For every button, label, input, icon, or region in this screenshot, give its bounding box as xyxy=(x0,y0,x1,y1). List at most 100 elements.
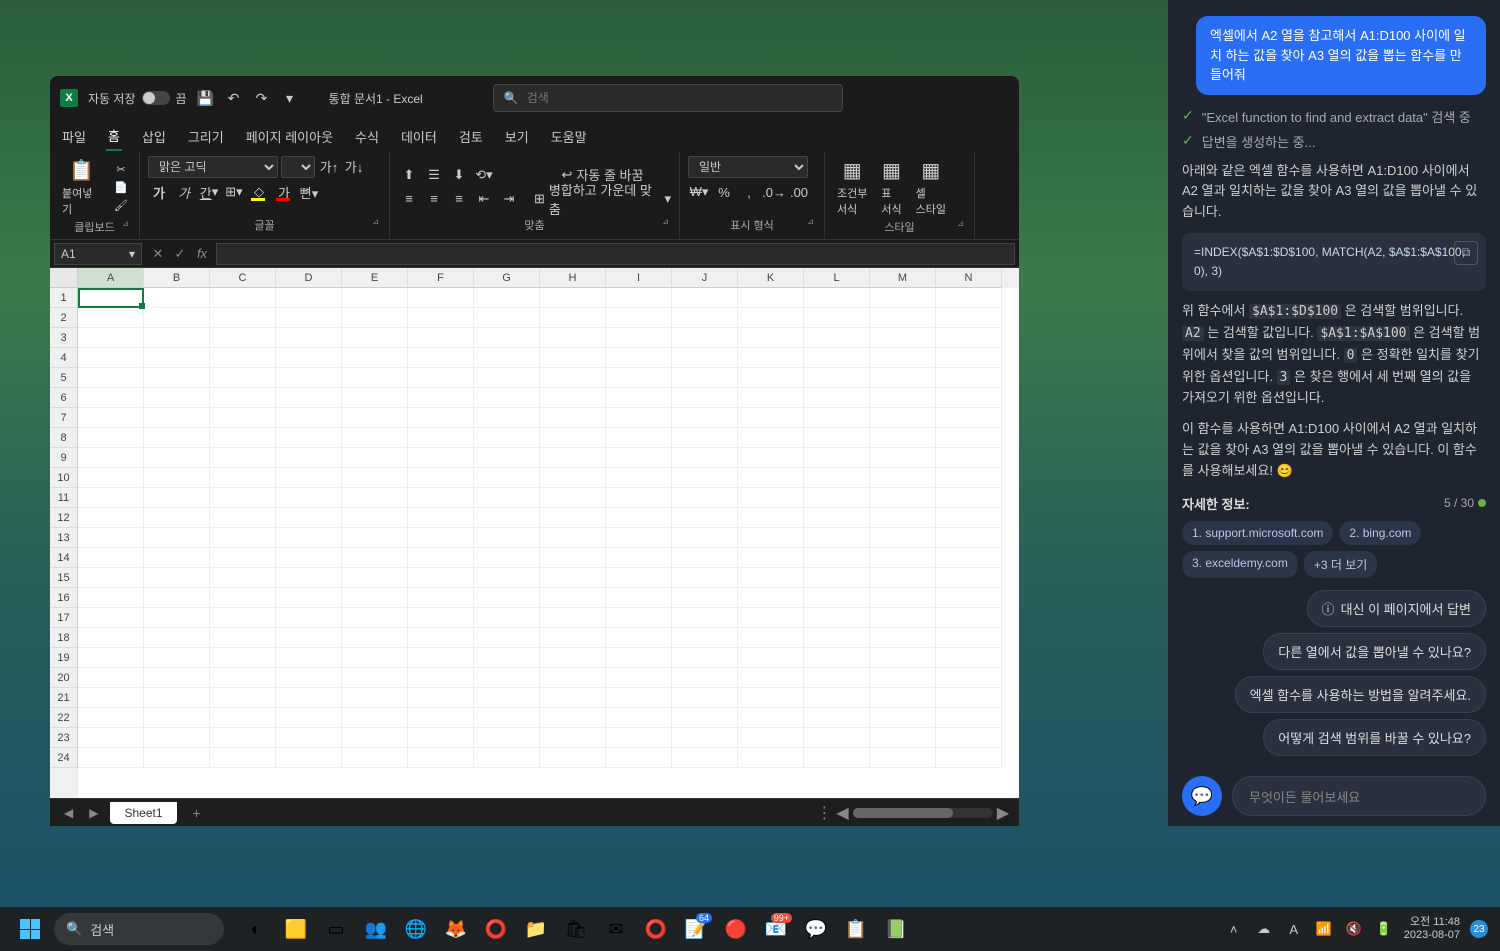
notepad-icon[interactable]: 📝64 xyxy=(678,911,714,947)
cell[interactable] xyxy=(474,428,540,448)
excel-taskbar-icon[interactable]: 📗 xyxy=(878,911,914,947)
cell[interactable] xyxy=(540,428,606,448)
cell[interactable] xyxy=(936,288,1002,308)
cell[interactable] xyxy=(210,388,276,408)
cell[interactable] xyxy=(408,528,474,548)
column-header[interactable]: J xyxy=(672,268,738,288)
cell[interactable] xyxy=(540,348,606,368)
cell[interactable] xyxy=(78,608,144,628)
cell[interactable] xyxy=(672,568,738,588)
cell[interactable] xyxy=(870,728,936,748)
cells-area[interactable] xyxy=(78,288,1019,768)
cell[interactable] xyxy=(210,728,276,748)
cell[interactable] xyxy=(144,728,210,748)
cell[interactable] xyxy=(540,728,606,748)
row-header[interactable]: 15 xyxy=(50,568,78,588)
cell[interactable] xyxy=(210,588,276,608)
cell[interactable] xyxy=(738,428,804,448)
cell[interactable] xyxy=(804,428,870,448)
cell[interactable] xyxy=(210,408,276,428)
font-color-button[interactable]: 가 xyxy=(273,182,295,202)
cell[interactable] xyxy=(672,468,738,488)
cell[interactable] xyxy=(144,288,210,308)
row-header[interactable]: 10 xyxy=(50,468,78,488)
cell[interactable] xyxy=(672,408,738,428)
phonetic-button[interactable]: 뼌▾ xyxy=(298,182,320,202)
cell[interactable] xyxy=(804,688,870,708)
cell[interactable] xyxy=(474,688,540,708)
battery-icon[interactable]: 🔋 xyxy=(1374,919,1394,939)
row-header[interactable]: 5 xyxy=(50,368,78,388)
cell[interactable] xyxy=(870,308,936,328)
cell[interactable] xyxy=(474,488,540,508)
cell[interactable] xyxy=(936,648,1002,668)
row-header[interactable]: 11 xyxy=(50,488,78,508)
cell[interactable] xyxy=(870,388,936,408)
cell[interactable] xyxy=(342,568,408,588)
ribbon-tab-홈[interactable]: 홈 xyxy=(106,122,122,151)
cell[interactable] xyxy=(342,548,408,568)
sheet-menu-icon[interactable]: ⋮ xyxy=(816,803,832,823)
cell[interactable] xyxy=(408,288,474,308)
paste-button[interactable]: 📋 붙여넣기 xyxy=(58,156,105,219)
cell[interactable] xyxy=(540,688,606,708)
cell[interactable] xyxy=(540,308,606,328)
cell[interactable] xyxy=(342,628,408,648)
cell[interactable] xyxy=(738,708,804,728)
decrease-indent-icon[interactable]: ⇤ xyxy=(473,189,495,209)
cell[interactable] xyxy=(738,328,804,348)
formula-bar[interactable] xyxy=(216,243,1015,265)
cell[interactable] xyxy=(276,528,342,548)
toggle-switch[interactable] xyxy=(142,91,170,105)
cell[interactable] xyxy=(804,348,870,368)
cell[interactable] xyxy=(738,728,804,748)
cell[interactable] xyxy=(210,488,276,508)
cell[interactable] xyxy=(870,328,936,348)
cell[interactable] xyxy=(78,348,144,368)
cell[interactable] xyxy=(144,668,210,688)
cell[interactable] xyxy=(606,668,672,688)
source-pill[interactable]: +3 더 보기 xyxy=(1304,551,1377,578)
currency-button[interactable]: ₩▾ xyxy=(688,182,710,202)
cell[interactable] xyxy=(342,328,408,348)
column-header[interactable]: C xyxy=(210,268,276,288)
name-box[interactable]: A1▾ xyxy=(54,243,142,265)
ribbon-tab-페이지 레이아웃[interactable]: 페이지 레이아웃 xyxy=(244,123,335,150)
cell[interactable] xyxy=(672,688,738,708)
cell[interactable] xyxy=(804,448,870,468)
cell[interactable] xyxy=(276,288,342,308)
align-left-icon[interactable]: ≡ xyxy=(398,189,420,209)
cell[interactable] xyxy=(342,448,408,468)
border-button[interactable]: ⊞▾ xyxy=(223,182,245,202)
cell[interactable] xyxy=(78,568,144,588)
cell[interactable] xyxy=(672,648,738,668)
cell[interactable] xyxy=(408,708,474,728)
cell[interactable] xyxy=(144,448,210,468)
cell[interactable] xyxy=(144,468,210,488)
cell[interactable] xyxy=(408,488,474,508)
cell[interactable] xyxy=(738,668,804,688)
cell[interactable] xyxy=(672,348,738,368)
cell[interactable] xyxy=(408,448,474,468)
cell[interactable] xyxy=(474,388,540,408)
cell[interactable] xyxy=(804,388,870,408)
cell[interactable] xyxy=(606,348,672,368)
align-right-icon[interactable]: ≡ xyxy=(448,189,470,209)
align-middle-icon[interactable]: ☰ xyxy=(423,165,445,185)
cell[interactable] xyxy=(276,728,342,748)
cell[interactable] xyxy=(738,448,804,468)
cell[interactable] xyxy=(738,648,804,668)
cell[interactable] xyxy=(210,328,276,348)
app-icon-3[interactable]: 📋 xyxy=(838,911,874,947)
cell[interactable] xyxy=(936,408,1002,428)
cell[interactable] xyxy=(78,528,144,548)
cell[interactable] xyxy=(408,348,474,368)
cell[interactable] xyxy=(408,668,474,688)
cell[interactable] xyxy=(672,728,738,748)
cell[interactable] xyxy=(210,348,276,368)
row-header[interactable]: 7 xyxy=(50,408,78,428)
row-header[interactable]: 3 xyxy=(50,328,78,348)
cell[interactable] xyxy=(408,368,474,388)
cell[interactable] xyxy=(804,708,870,728)
cell[interactable] xyxy=(804,748,870,768)
